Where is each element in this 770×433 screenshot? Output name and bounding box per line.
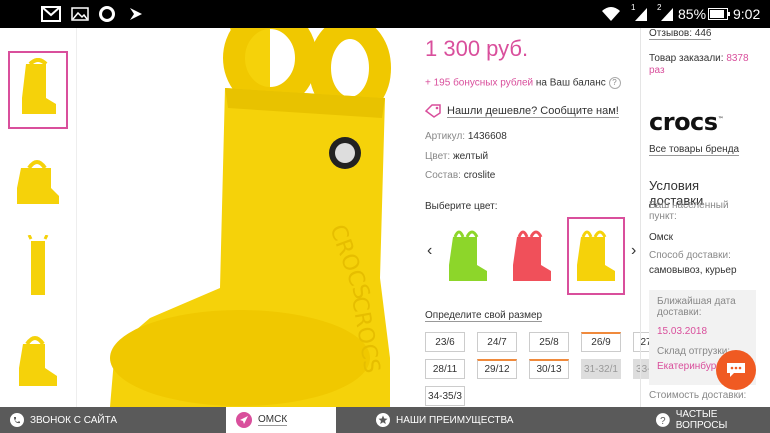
faq-button[interactable]: ? ЧАСТЫЕ ВОПРОСЫ	[656, 407, 770, 433]
warehouse-value: Екатеринбург	[657, 361, 720, 372]
product-info: 1 300 руб. + 195 бонусных рублей на Ваш …	[425, 28, 673, 407]
svg-text:?: ?	[660, 416, 666, 427]
help-icon[interactable]: ?	[608, 77, 621, 89]
color-value: желтый	[452, 151, 489, 162]
locality-label: Ваш населенный пункт:	[649, 200, 729, 222]
color-swatches: ‹ ›	[425, 214, 641, 298]
choose-color-label: Выберите цвет:	[425, 201, 498, 212]
warehouse-label: Склад отгрузки:	[657, 346, 731, 357]
delivery-cost-label: Стоимость доставки:	[649, 390, 747, 401]
reviews-link[interactable]: Отзывов: 446	[649, 28, 712, 40]
battery-percent: 85%	[678, 6, 707, 22]
thumbnail-1[interactable]	[8, 51, 68, 129]
faq-label: ЧАСТЫЕ ВОПРОСЫ	[675, 409, 728, 431]
thumbnail-list	[0, 28, 77, 407]
article-label: Артикул:	[425, 131, 466, 142]
gallery-icon	[70, 5, 90, 23]
bonus-amount: + 195 бонусных рублей	[425, 77, 534, 89]
found-cheaper-text: Нашли дешевле? Сообщите нам!	[447, 104, 619, 118]
all-brand-goods-link[interactable]: Все товары бренда	[649, 144, 740, 156]
composition-row: Состав: croslite	[425, 170, 495, 181]
city-label: ОМСК	[258, 414, 288, 426]
delivery-method-label: Способ доставки:	[649, 250, 731, 261]
swatch-green[interactable]	[439, 217, 497, 295]
wifi-icon	[600, 5, 622, 23]
chat-button[interactable]	[716, 350, 756, 390]
swatch-yellow[interactable]	[567, 217, 625, 295]
question-icon: ?	[656, 413, 670, 427]
nearest-date-label: Ближайшая дата доставки:	[657, 296, 736, 318]
size-option[interactable]: 23/6	[425, 332, 465, 352]
size-option[interactable]: 29/12	[477, 359, 517, 379]
article-value: 1436608	[467, 131, 507, 142]
chat-icon	[727, 363, 745, 377]
callback-button[interactable]: ЗВОНОК С САЙТА	[10, 407, 117, 433]
location-icon	[236, 412, 252, 428]
composition-label: Состав:	[425, 170, 461, 181]
clock: 9:02	[733, 6, 761, 22]
thumbnail-3[interactable]	[8, 231, 68, 309]
sim-badge: 2	[657, 3, 662, 12]
nearest-date-value: 15.03.2018	[657, 326, 708, 337]
locality-value: Омск	[649, 232, 674, 243]
ordered-count: Товар заказали: 8378	[649, 53, 749, 64]
gmail-icon	[40, 5, 62, 23]
size-option[interactable]: 30/13	[529, 359, 569, 379]
ordered-value: 8378	[726, 53, 749, 64]
size-option[interactable]: 28/11	[425, 359, 465, 379]
ordered-label: Товар заказали:	[649, 53, 724, 64]
advantages-button[interactable]: НАШИ ПРЕИМУЩЕСТВА	[376, 407, 513, 433]
size-option[interactable]: 24/7	[477, 332, 517, 352]
product-price: 1 300 руб.	[425, 36, 529, 61]
bottom-bar: ЗВОНОК С САЙТА ОМСК НАШИ ПРЕИМУЩЕСТВА ? …	[0, 407, 770, 433]
sim-badge: 1	[631, 3, 636, 12]
color-label: Цвет:	[425, 151, 451, 162]
size-option[interactable]: 26/9	[581, 332, 621, 352]
found-cheaper-link[interactable]: Нашли дешевле? Сообщите нам!	[425, 104, 619, 118]
composition-value: croslite	[463, 170, 496, 181]
battery-icon	[708, 5, 730, 23]
swatch-red[interactable]	[503, 217, 561, 295]
thumbnail-4[interactable]	[8, 321, 68, 399]
bird-icon	[126, 5, 146, 23]
bonus-info: + 195 бонусных рублей на Ваш баланс ?	[425, 77, 621, 89]
brand-name: crocs	[649, 108, 718, 136]
advantages-label: НАШИ ПРЕИМУЩЕСТВА	[396, 414, 514, 426]
ordered-unit: раз	[649, 65, 665, 76]
tag-icon	[425, 104, 441, 118]
thumbnail-2[interactable]	[8, 141, 68, 219]
city-selector[interactable]: ОМСК	[226, 407, 336, 433]
delivery-method-value: самовывоз, курьер	[649, 265, 737, 276]
star-icon	[376, 413, 390, 427]
brand-logo[interactable]: crocs™	[649, 108, 724, 136]
chevron-left-icon[interactable]: ‹	[427, 242, 432, 260]
chevron-right-icon[interactable]: ›	[631, 242, 636, 260]
whatsapp-icon	[97, 5, 117, 23]
bonus-suffix: на Ваш баланс	[535, 77, 606, 89]
size-guide-link[interactable]: Определите свой размер	[425, 310, 543, 322]
color-row: Цвет: желтый	[425, 151, 488, 162]
size-option[interactable]: 34-35/3	[425, 386, 465, 406]
phone-icon	[10, 413, 24, 427]
product-main-image[interactable]: CROCS CROCS	[90, 28, 410, 407]
article-row: Артикул: 1436608	[425, 131, 507, 142]
brand-tm: ™	[717, 116, 724, 123]
status-bar: 1 2 85% 9:02	[0, 0, 770, 28]
callback-label: ЗВОНОК С САЙТА	[30, 414, 118, 426]
size-option: 31-32/1	[581, 359, 621, 379]
size-option[interactable]: 25/8	[529, 332, 569, 352]
